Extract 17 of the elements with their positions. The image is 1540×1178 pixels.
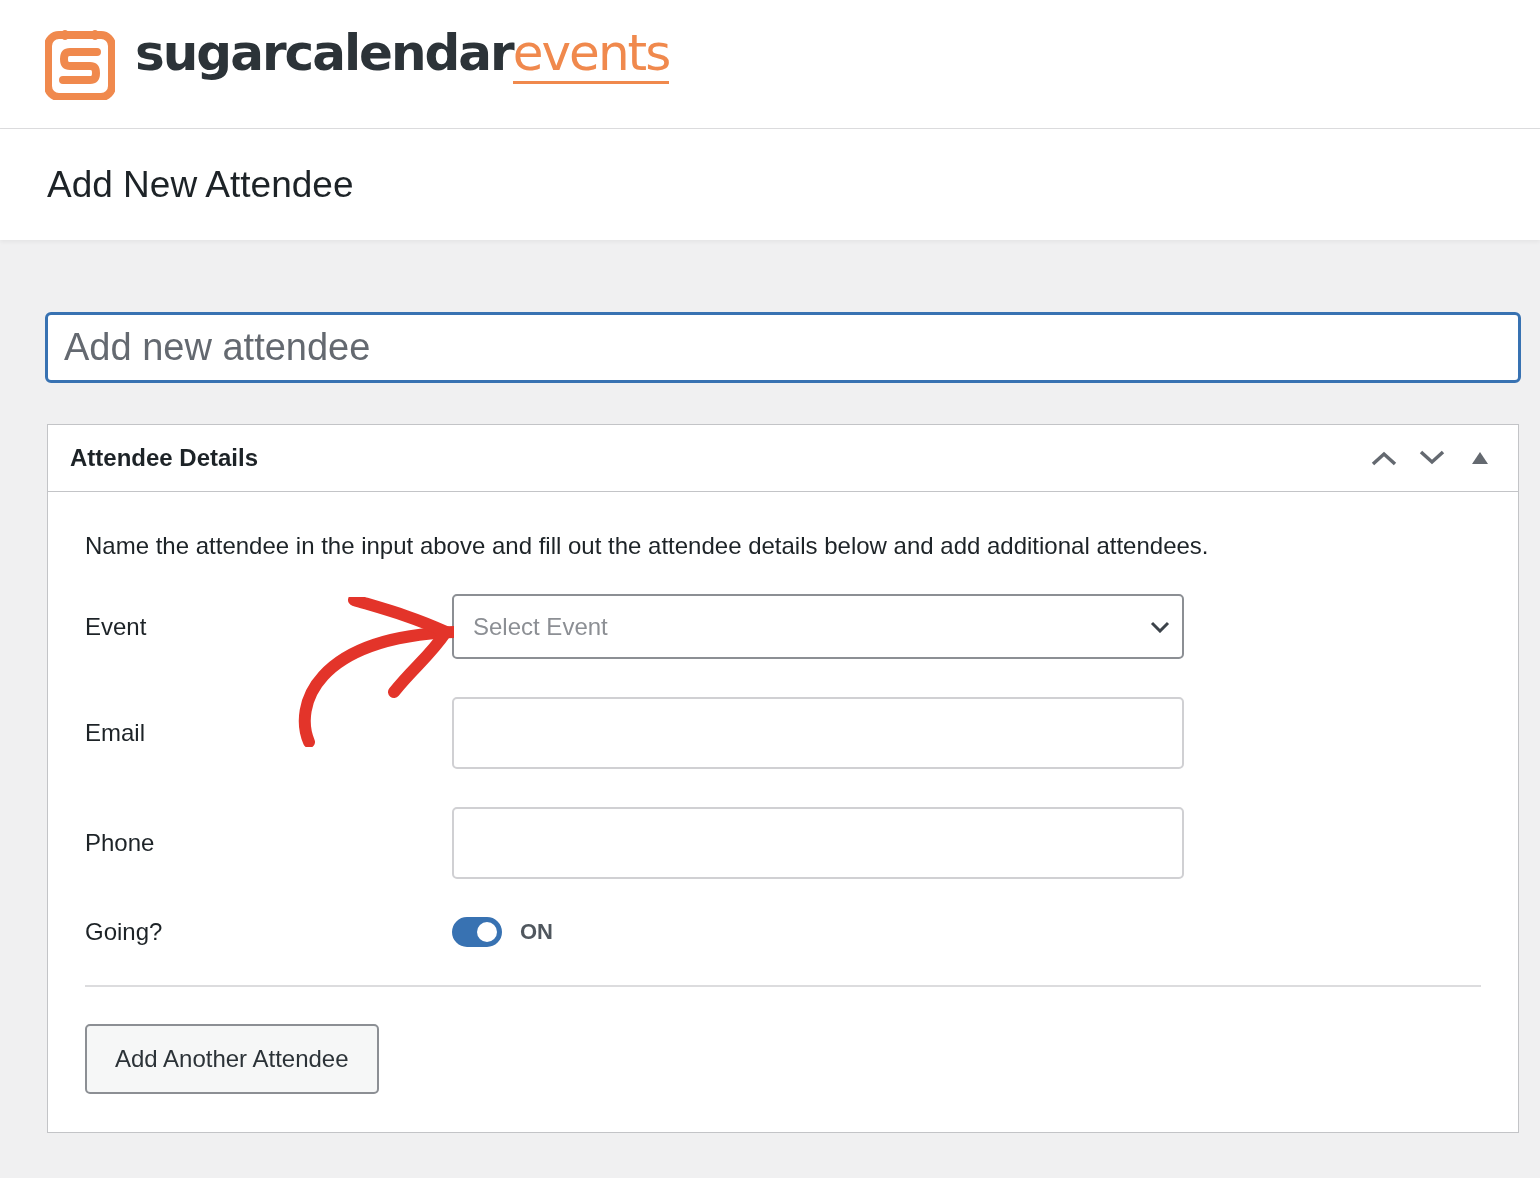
calendar-logo-icon — [45, 28, 115, 100]
field-label: Phone — [85, 829, 156, 857]
panel-title: Attendee Details — [70, 444, 260, 472]
toggle-switch[interactable] — [452, 917, 502, 947]
input-field[interactable] — [452, 807, 1184, 879]
toggle-state-label: ON — [520, 919, 553, 945]
field-label: Going? — [85, 918, 164, 946]
attendee-name-field[interactable]: Add new attendee — [45, 312, 1521, 383]
page-title: Add New Attendee — [47, 163, 354, 206]
field-label: Event — [85, 612, 148, 641]
field-label: Email — [85, 719, 146, 747]
intro-text: Name the attendee in the input above and fill out the attendee details below and add additional attendees. — [85, 532, 1210, 560]
logo-wordmark: sugarcalendar — [135, 24, 513, 82]
add-another-attendee-button[interactable]: Add Another Attendee — [85, 1024, 379, 1094]
chevron-down-icon — [1150, 620, 1170, 633]
input-field[interactable] — [452, 697, 1184, 769]
logo-wordmark-suffix: events — [512, 26, 670, 84]
